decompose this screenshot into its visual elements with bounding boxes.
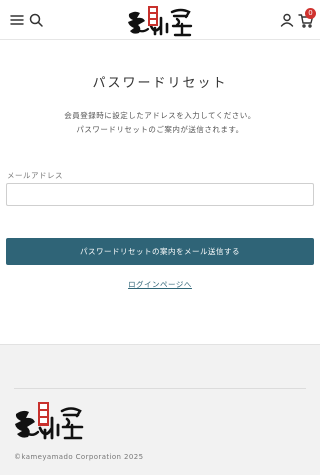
site-header: 0 [0, 0, 320, 40]
kameyamado-logo-icon [15, 402, 84, 440]
email-input[interactable] [6, 183, 314, 206]
page-title: パスワードリセット [92, 76, 228, 91]
description-line-2: パスワードリセットのご案内が送信されます。 [76, 125, 244, 134]
email-label: メールアドレス [7, 171, 63, 180]
site-footer: ©kameyamado Corporation 2025 [0, 344, 320, 475]
footer-divider [14, 388, 306, 389]
site-logo[interactable] [125, 4, 195, 37]
user-icon[interactable] [278, 11, 296, 29]
footer-logo[interactable] [13, 400, 85, 442]
description-line-1: 会員登録時に設定したアドレスを入力してください。 [64, 111, 256, 120]
hamburger-icon[interactable] [8, 11, 26, 29]
cart-count-badge: 0 [305, 8, 316, 19]
kameyamado-logo-icon [128, 6, 193, 37]
login-page-link[interactable]: ログインページへ [128, 280, 192, 289]
search-icon[interactable] [27, 11, 45, 29]
copyright: ©kameyamado Corporation 2025 [14, 453, 144, 461]
send-reset-email-button[interactable]: パスワードリセットの案内をメール送信する [6, 238, 314, 265]
login-page-link-wrap: ログインページへ [0, 279, 320, 290]
